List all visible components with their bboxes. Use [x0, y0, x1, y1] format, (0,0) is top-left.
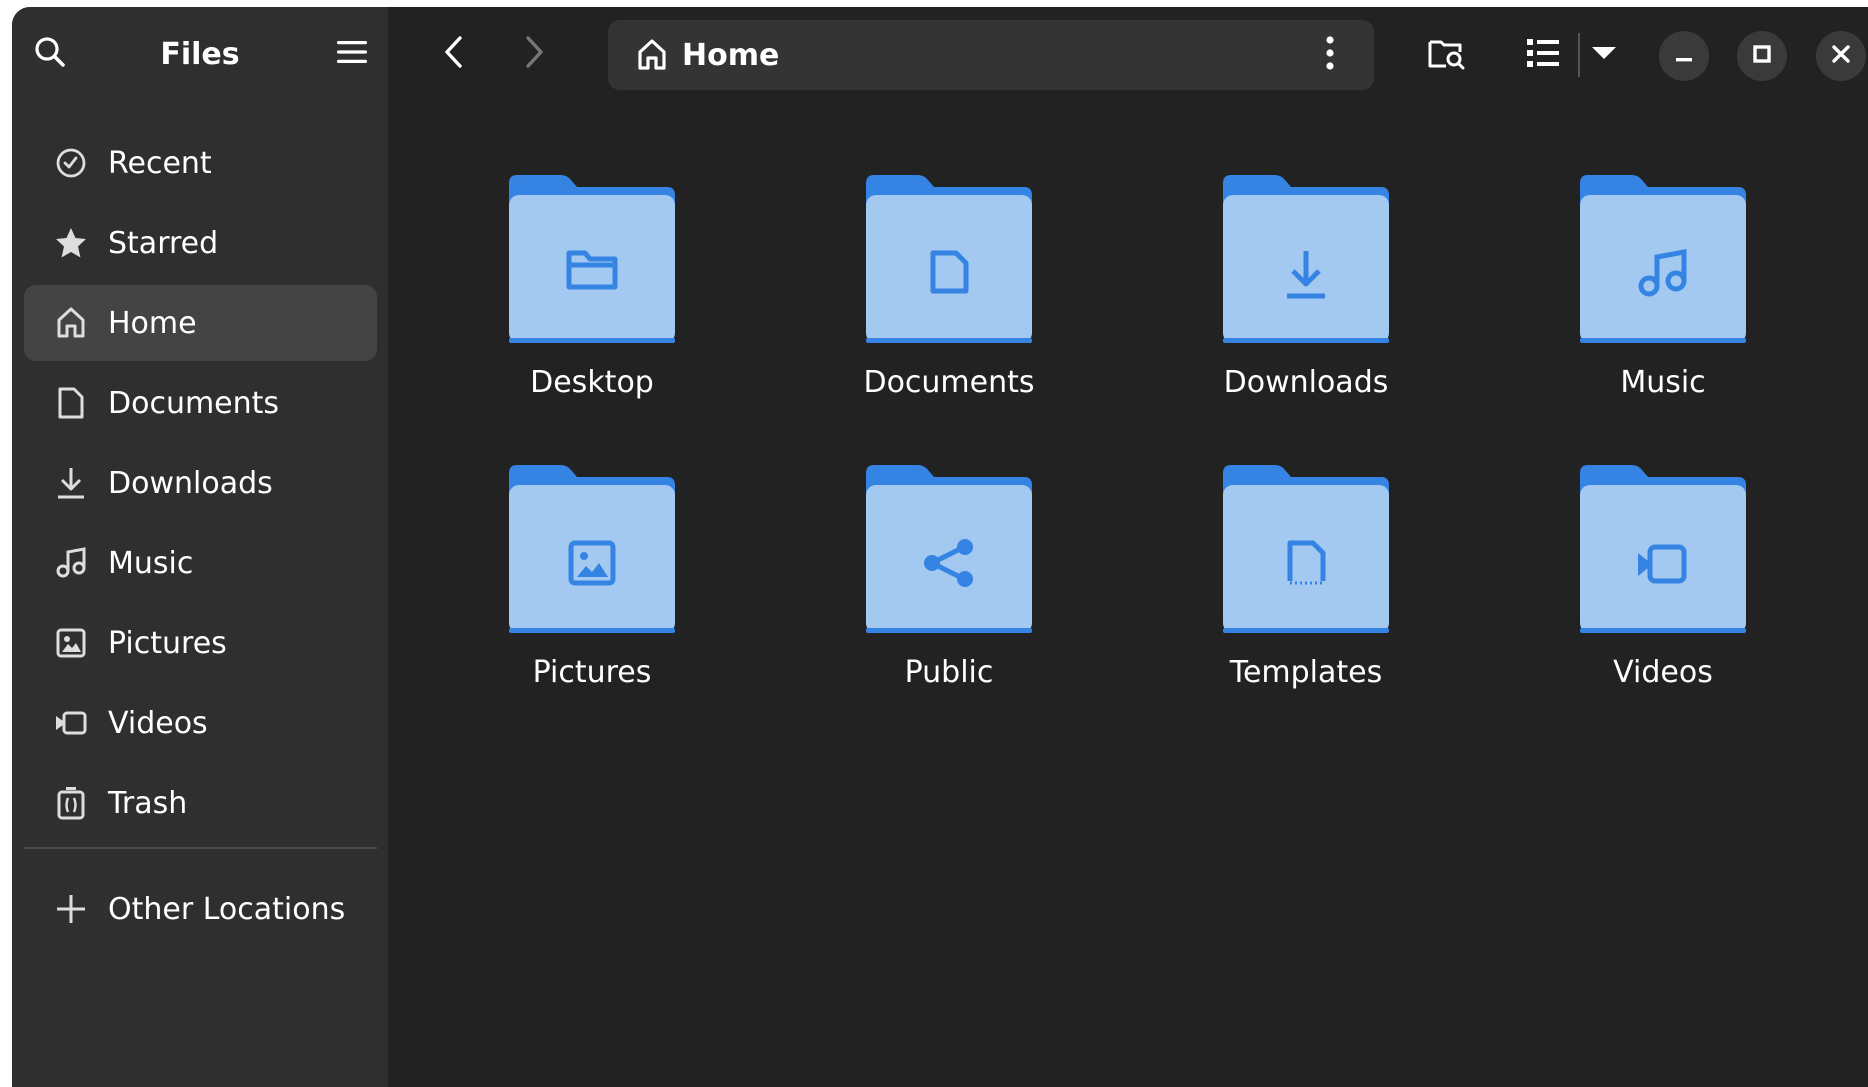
folder-documents[interactable]: Documents — [784, 167, 1084, 437]
image-icon — [52, 624, 90, 662]
folder-name: Desktop — [530, 365, 654, 400]
folder-public[interactable]: Public — [784, 457, 1084, 727]
document-icon — [52, 384, 90, 422]
folder-icon — [866, 465, 1032, 633]
sidebar-item-pictures[interactable]: Pictures — [24, 605, 377, 681]
back-button[interactable] — [430, 30, 478, 78]
folder-icon — [509, 465, 675, 633]
view-options-button[interactable] — [1579, 30, 1629, 80]
plus-icon — [52, 890, 90, 928]
folder-templates[interactable]: Templates — [1141, 457, 1441, 727]
maximize-icon — [1752, 44, 1772, 68]
folder-name: Downloads — [1223, 365, 1389, 400]
sidebar-item-label: Documents — [108, 385, 280, 421]
sidebar-item-starred[interactable]: Starred — [24, 205, 377, 281]
sidebar-item-label: Videos — [108, 705, 208, 741]
minimize-button[interactable] — [1659, 31, 1709, 81]
star-icon — [52, 224, 90, 262]
sidebar-item-label: Home — [108, 305, 197, 341]
sidebar: Files Recent Starred Home Documents Down… — [12, 7, 388, 1087]
sidebar-item-label: Recent — [108, 145, 212, 181]
folder-name: Templates — [1229, 655, 1383, 690]
folder-name: Documents — [863, 365, 1035, 400]
sidebar-item-documents[interactable]: Documents — [24, 365, 377, 441]
sidebar-item-label: Other Locations — [108, 891, 346, 927]
trash-icon — [52, 784, 90, 822]
sidebar-item-label: Downloads — [108, 465, 273, 501]
sidebar-item-downloads[interactable]: Downloads — [24, 445, 377, 521]
folder-icon — [1223, 175, 1389, 343]
sidebar-item-label: Starred — [108, 225, 219, 261]
folder-icon — [1580, 465, 1746, 633]
path-bar[interactable]: Home — [608, 20, 1374, 90]
sidebar-item-label: Trash — [108, 785, 188, 821]
folder-icon — [1223, 465, 1389, 633]
sidebar-item-recent[interactable]: Recent — [24, 125, 377, 201]
main-menu-button[interactable] — [328, 30, 376, 78]
home-icon — [52, 304, 90, 342]
vertical-dots-icon — [1325, 35, 1335, 75]
folder-downloads[interactable]: Downloads — [1141, 167, 1441, 437]
sidebar-item-trash[interactable]: Trash — [24, 765, 377, 841]
folder-videos[interactable]: Videos — [1498, 457, 1798, 727]
sidebar-other: Other Locations — [24, 871, 377, 951]
sidebar-item-label: Pictures — [108, 625, 227, 661]
content-area: Home Desktop Documents Downloads Music P… — [388, 7, 1868, 1087]
sidebar-item-music[interactable]: Music — [24, 525, 377, 601]
home-icon — [634, 37, 670, 73]
sidebar-item-label: Music — [108, 545, 194, 581]
sidebar-item-videos[interactable]: Videos — [24, 685, 377, 761]
chevron-right-icon — [522, 35, 546, 73]
close-icon — [1831, 44, 1851, 68]
video-icon — [52, 704, 90, 742]
view-toggle-button[interactable] — [1518, 30, 1568, 80]
path-menu-button[interactable] — [1306, 31, 1354, 79]
close-button[interactable] — [1816, 31, 1866, 81]
hamburger-menu-icon — [336, 38, 368, 70]
minimize-icon — [1674, 44, 1694, 68]
sidebar-divider — [24, 847, 377, 849]
folder-icon — [866, 175, 1032, 343]
folder-desktop[interactable]: Desktop — [427, 167, 727, 437]
folder-icon — [1580, 175, 1746, 343]
folder-icon — [509, 175, 675, 343]
folder-name: Music — [1620, 365, 1706, 400]
download-icon — [52, 464, 90, 502]
folder-search-icon — [1428, 36, 1466, 74]
folder-music[interactable]: Music — [1498, 167, 1798, 437]
sidebar-item-home[interactable]: Home — [24, 285, 377, 361]
path-label[interactable]: Home — [682, 38, 779, 73]
sidebar-item-other-locations[interactable]: Other Locations — [24, 871, 377, 947]
sidebar-header: Files — [12, 7, 388, 103]
search-folder-button[interactable] — [1422, 30, 1472, 80]
files-window: Files Recent Starred Home Documents Down… — [12, 7, 1868, 1087]
folder-pictures[interactable]: Pictures — [427, 457, 727, 727]
sidebar-places: Recent Starred Home Documents Downloads … — [24, 125, 377, 845]
folder-name: Videos — [1613, 655, 1713, 690]
folder-name: Pictures — [532, 655, 652, 690]
dropdown-arrow-icon — [1591, 45, 1617, 65]
maximize-button[interactable] — [1737, 31, 1787, 81]
list-view-icon — [1526, 38, 1560, 72]
forward-button[interactable] — [510, 30, 558, 78]
chevron-left-icon — [442, 35, 466, 73]
music-icon — [52, 544, 90, 582]
folder-name: Public — [904, 655, 994, 690]
clock-icon — [52, 144, 90, 182]
